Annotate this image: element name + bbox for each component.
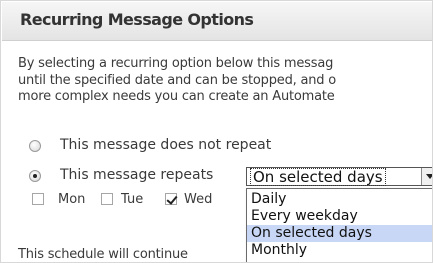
day-checkbox-tue[interactable] [101, 193, 113, 205]
recurring-options-panel: Recurring Message Options By selecting a… [0, 0, 433, 263]
repeat-frequency-value: On selected days [250, 168, 386, 186]
day-label-mon: Mon [58, 192, 86, 207]
day-checkbox-wed[interactable] [165, 193, 177, 205]
chevron-down-icon[interactable] [421, 168, 432, 185]
no-repeat-label: This message does not repeat [60, 137, 272, 153]
day-label-wed: Wed [184, 192, 213, 207]
description-text: By selecting a recurring option below th… [18, 56, 432, 106]
panel-title: Recurring Message Options [20, 10, 254, 29]
repeat-frequency-select[interactable]: On selected days [246, 167, 432, 186]
day-label-tue: Tue [121, 192, 144, 207]
panel-header: Recurring Message Options [2, 2, 432, 41]
dropdown-option-monthly[interactable]: Monthly [247, 242, 432, 259]
description-line-3: more complex needs you can create an Aut… [18, 89, 335, 104]
no-repeat-radio[interactable] [29, 140, 41, 152]
dropdown-option-daily[interactable]: Daily [247, 191, 432, 208]
day-checkbox-mon[interactable] [32, 193, 44, 205]
repeat-frequency-dropdown: Daily Every weekday On selected days Mon… [246, 188, 432, 262]
repeat-radio[interactable] [29, 170, 41, 182]
dropdown-option-on-selected-days[interactable]: On selected days [247, 225, 432, 242]
description-line-1: By selecting a recurring option below th… [18, 56, 334, 71]
dropdown-option-every-weekday[interactable]: Every weekday [247, 208, 432, 225]
repeat-label: This message repeats [60, 167, 214, 183]
schedule-footer-text: This schedule will continue [18, 247, 188, 262]
description-line-2: until the specified date and can be stop… [18, 72, 337, 88]
